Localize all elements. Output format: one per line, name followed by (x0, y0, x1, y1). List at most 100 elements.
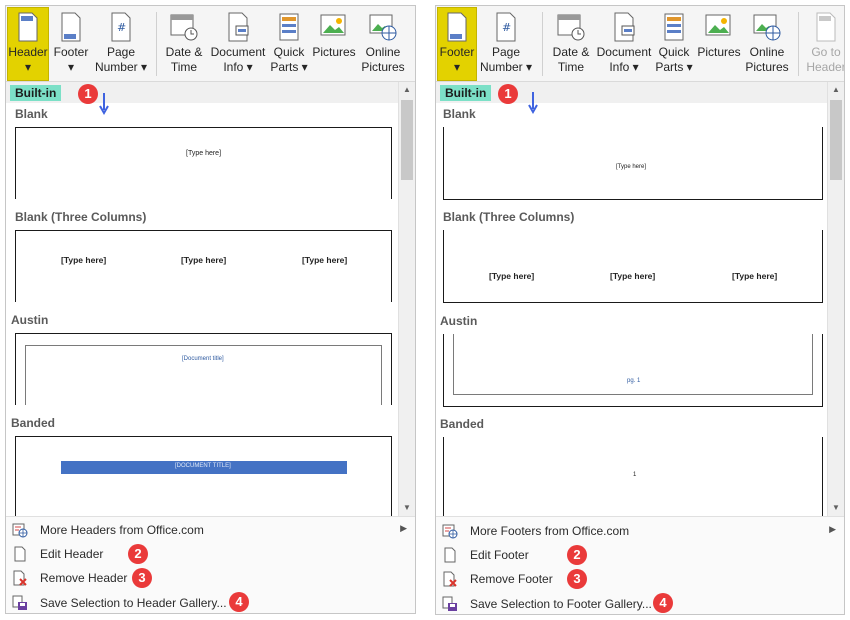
save-gallery-icon (442, 596, 457, 611)
office-online-icon (442, 524, 458, 539)
pictures-button[interactable]: Pictures (309, 8, 359, 80)
builtin-label: Built-in (440, 85, 492, 101)
scroll-up-icon[interactable]: ▲ (399, 82, 415, 98)
date-time-icon (170, 14, 198, 41)
step-badge-4: 4 (653, 593, 673, 613)
save-gallery-icon (12, 595, 27, 610)
ribbon-separator (156, 12, 157, 76)
scroll-up-icon[interactable]: ▲ (828, 82, 844, 98)
step-badge-3: 3 (132, 568, 152, 588)
header-gallery: Built-in 1 Blank [Type here] Blank (Thre… (6, 82, 398, 516)
more-footers-item[interactable]: More Footers from Office.com ▶ (436, 519, 844, 543)
step-badge-1: 1 (498, 84, 518, 104)
category-banded: Banded (11, 416, 56, 430)
date-time-button[interactable]: Date & Time (550, 8, 592, 80)
thumbnail-blank[interactable]: [Type here] (15, 127, 392, 199)
document-info-button[interactable]: Document Info ▾ (593, 8, 655, 80)
footer-button[interactable]: Footer ▾ (50, 8, 92, 80)
edit-page-icon (444, 547, 456, 563)
footer-button[interactable]: Footer ▾ (437, 7, 477, 81)
down-arrow-icon (99, 93, 109, 115)
pictures-button[interactable]: Pictures (694, 8, 744, 80)
edit-footer-item[interactable]: Edit Footer (436, 543, 844, 567)
quick-parts-icon (664, 13, 684, 41)
date-time-button[interactable]: Date & Time (163, 8, 205, 80)
step-badge-1: 1 (78, 84, 98, 104)
thumbnail-three-columns[interactable]: [Type here] [Type here] [Type here] (15, 230, 392, 302)
chevron-right-icon: ▶ (400, 523, 407, 533)
builtin-bar: Built-in (6, 82, 398, 103)
go-to-header-button[interactable]: Go to Header (804, 8, 844, 80)
thumbnail-banded[interactable]: 1 (443, 437, 823, 516)
quick-parts-icon (279, 13, 299, 41)
scroll-down-icon[interactable]: ▼ (399, 500, 415, 516)
scroll-thumb[interactable] (401, 100, 413, 180)
footer-icon (61, 12, 81, 42)
step-badge-4: 4 (229, 592, 249, 612)
thumbnail-banded[interactable]: [DOCUMENT TITLE] (15, 436, 392, 516)
more-headers-item[interactable]: More Headers from Office.com ▶ (6, 518, 415, 542)
scroll-down-icon[interactable]: ▼ (828, 500, 844, 516)
gallery-scrollbar[interactable]: ▲ ▼ (827, 82, 844, 516)
step-badge-2: 2 (128, 544, 148, 564)
remove-footer-item[interactable]: Remove Footer (436, 567, 844, 591)
quick-parts-button[interactable]: Quick Parts ▾ (655, 8, 693, 80)
builtin-label: Built-in (10, 85, 62, 101)
footer-gallery-panel: Footer ▾ # Page Number ▾ Date & Time Doc… (435, 5, 845, 615)
header-button[interactable]: Header ▾ (7, 7, 49, 81)
page-number-button[interactable]: # Page Number ▾ (92, 8, 150, 80)
footer-icon (447, 12, 467, 42)
pictures-icon (705, 14, 731, 36)
thumbnail-austin[interactable]: [Document title] (15, 333, 392, 405)
category-austin: Austin (440, 314, 478, 328)
edit-page-icon (14, 546, 26, 562)
ribbon: Header ▾ Footer ▾ # Page Number ▾ Date &… (6, 6, 415, 82)
gallery-scrollbar[interactable]: ▲ ▼ (398, 82, 415, 516)
edit-header-item[interactable]: Edit Header (6, 542, 415, 566)
footer-menu: More Footers from Office.com ▶ Edit Foot… (436, 516, 844, 614)
svg-text:#: # (117, 21, 126, 34)
thumbnail-austin[interactable]: pg. 1 (443, 334, 823, 407)
ribbon-separator (542, 12, 543, 76)
quick-parts-button[interactable]: Quick Parts ▾ (270, 8, 308, 80)
step-badge-2: 2 (567, 545, 587, 565)
ribbon-separator (798, 12, 799, 76)
date-time-icon (557, 14, 585, 41)
online-pictures-icon (753, 14, 781, 41)
thumbnail-blank[interactable]: [Type here] (443, 127, 823, 200)
document-info-icon (228, 12, 249, 42)
online-pictures-icon (369, 14, 397, 41)
category-banded: Banded (440, 417, 485, 431)
scroll-thumb[interactable] (830, 100, 842, 180)
builtin-bar: Built-in (436, 82, 827, 103)
ribbon: Footer ▾ # Page Number ▾ Date & Time Doc… (436, 6, 844, 82)
page-number-icon: # (111, 12, 131, 42)
category-blank-three-columns: Blank (Three Columns) (443, 210, 575, 224)
banded-title-bar: [DOCUMENT TITLE] (61, 461, 347, 474)
document-info-icon (614, 12, 635, 42)
header-gallery-panel: Header ▾ Footer ▾ # Page Number ▾ Date &… (5, 5, 416, 614)
header-icon (18, 12, 38, 42)
online-pictures-button[interactable]: Online Pictures (742, 8, 792, 80)
remove-page-icon (443, 571, 457, 587)
category-blank-three-columns: Blank (Three Columns) (15, 210, 147, 224)
header-menu: More Headers from Office.com ▶ Edit Head… (6, 516, 415, 613)
step-badge-3: 3 (567, 569, 587, 589)
save-to-footer-gallery-item[interactable]: Save Selection to Footer Gallery... (436, 592, 844, 614)
down-arrow-icon (528, 92, 538, 114)
thumbnail-three-columns[interactable]: [Type here] [Type here] [Type here] (443, 230, 823, 303)
go-to-header-icon (816, 12, 836, 42)
remove-header-item[interactable]: Remove Header (6, 566, 415, 590)
pictures-icon (320, 14, 346, 36)
remove-page-icon (13, 570, 27, 586)
office-online-icon (12, 523, 28, 538)
category-austin: Austin (11, 313, 49, 327)
austin-inner-frame (453, 334, 813, 395)
austin-inner-frame (25, 345, 382, 405)
chevron-right-icon: ▶ (829, 524, 836, 534)
online-pictures-button[interactable]: Online Pictures (358, 8, 408, 80)
save-to-header-gallery-item[interactable]: Save Selection to Header Gallery... (6, 591, 415, 613)
category-blank: Blank (15, 107, 48, 121)
page-number-button[interactable]: # Page Number ▾ (478, 8, 534, 80)
document-info-button[interactable]: Document Info ▾ (207, 8, 269, 80)
